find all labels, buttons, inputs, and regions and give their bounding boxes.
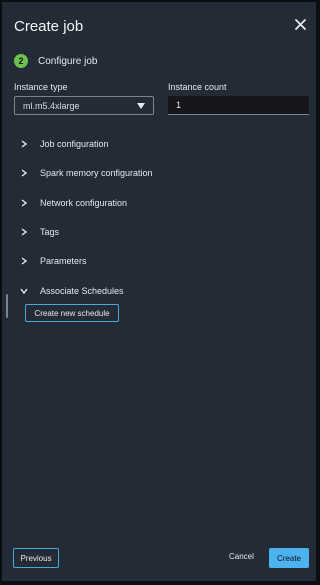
step-number-badge: 2: [14, 54, 28, 68]
dialog-title: Create job: [14, 18, 84, 35]
instance-count-input[interactable]: [168, 96, 309, 115]
section-label: Associate Schedules: [40, 286, 124, 296]
instance-type-select[interactable]: ml.m5.4xlarge: [14, 96, 154, 115]
close-button[interactable]: [292, 16, 308, 32]
section-label: Parameters: [40, 256, 87, 266]
section-parameters[interactable]: Parameters: [20, 256, 87, 266]
chevron-right-icon: [20, 169, 28, 177]
chevron-right-icon: [20, 199, 28, 207]
section-associate-schedules[interactable]: Associate Schedules: [20, 286, 124, 296]
caret-down-icon: [137, 101, 145, 111]
cancel-button[interactable]: Cancel: [229, 552, 254, 561]
section-job-configuration[interactable]: Job configuration: [20, 139, 109, 149]
instance-type-value: ml.m5.4xlarge: [23, 100, 80, 111]
section-label: Network configuration: [40, 198, 128, 208]
chevron-right-icon: [20, 257, 28, 265]
section-label: Tags: [40, 227, 60, 237]
section-label: Job configuration: [40, 139, 109, 149]
create-new-schedule-button[interactable]: Create new schedule: [25, 304, 119, 322]
chevron-down-icon: [20, 287, 28, 295]
section-tags[interactable]: Tags: [20, 227, 59, 237]
chevron-right-icon: [20, 228, 28, 236]
create-job-dialog: Create job 2 Configure job Instance type…: [2, 2, 316, 581]
instance-count-label: Instance count: [168, 82, 227, 92]
previous-button[interactable]: Previous: [13, 548, 59, 568]
step-label: Configure job: [38, 55, 98, 67]
section-label: Spark memory configuration: [40, 168, 153, 178]
instance-type-label: Instance type: [14, 82, 68, 92]
section-network-configuration[interactable]: Network configuration: [20, 198, 127, 208]
section-spark-memory-configuration[interactable]: Spark memory configuration: [20, 168, 153, 178]
step-indicator: 2 Configure job: [14, 54, 97, 68]
resize-handle[interactable]: [6, 294, 8, 318]
create-button[interactable]: Create: [269, 548, 309, 568]
close-icon: [294, 18, 306, 30]
chevron-right-icon: [20, 140, 28, 148]
